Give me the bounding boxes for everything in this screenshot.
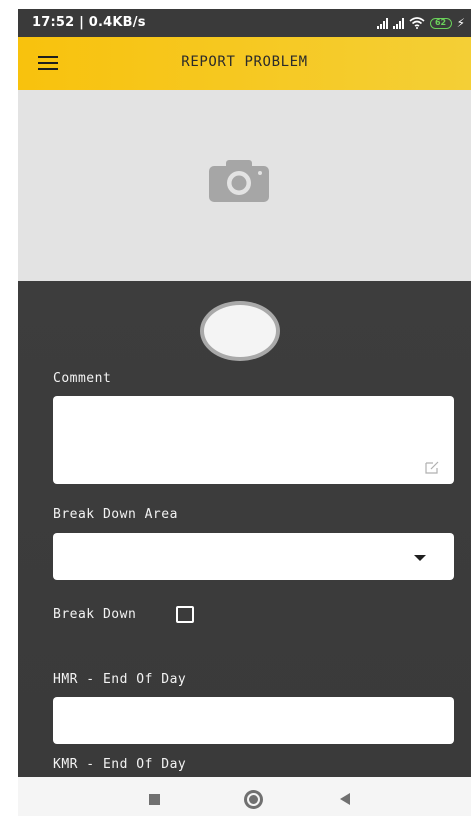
charging-icon: ⚡ [456,16,465,30]
comment-label: Comment [53,371,112,386]
camera-icon[interactable] [209,158,269,202]
square-icon[interactable] [149,794,160,805]
hmr-label: HMR - End Of Day [53,672,187,687]
status-bar: 17:52 | 0.4KB/s 62 ⚡ [18,9,471,37]
screen: 17:52 | 0.4KB/s 62 ⚡ REPORT PROBLEM Comm… [0,0,471,816]
break-down-label: Break Down [53,607,137,622]
break-down-area-select[interactable] [53,533,454,580]
page-title: REPORT PROBLEM [181,54,308,70]
wifi-icon [409,17,425,29]
status-icons: 62 ⚡ [376,14,465,32]
battery-icon: 62 [429,17,452,29]
edit-icon [425,461,439,474]
system-nav-bar [18,777,471,816]
break-down-area-label: Break Down Area [53,507,178,522]
comment-input[interactable] [53,396,454,484]
photo-area[interactable] [18,90,471,281]
kmr-label: KMR - End Of Day [53,757,187,772]
chevron-down-icon[interactable] [414,555,426,561]
signal-icon [392,17,404,29]
break-down-checkbox[interactable] [176,606,194,623]
app-bar: REPORT PROBLEM [18,37,471,90]
status-time: 17:52 | 0.4KB/s [32,15,146,30]
circle-icon[interactable] [244,790,263,809]
signal-icon [376,17,388,29]
report-form: Comment Break Down Area Break Down HMR -… [18,281,471,777]
hmr-input[interactable] [53,697,454,744]
avatar[interactable] [200,301,280,361]
back-triangle-icon[interactable] [340,793,350,805]
